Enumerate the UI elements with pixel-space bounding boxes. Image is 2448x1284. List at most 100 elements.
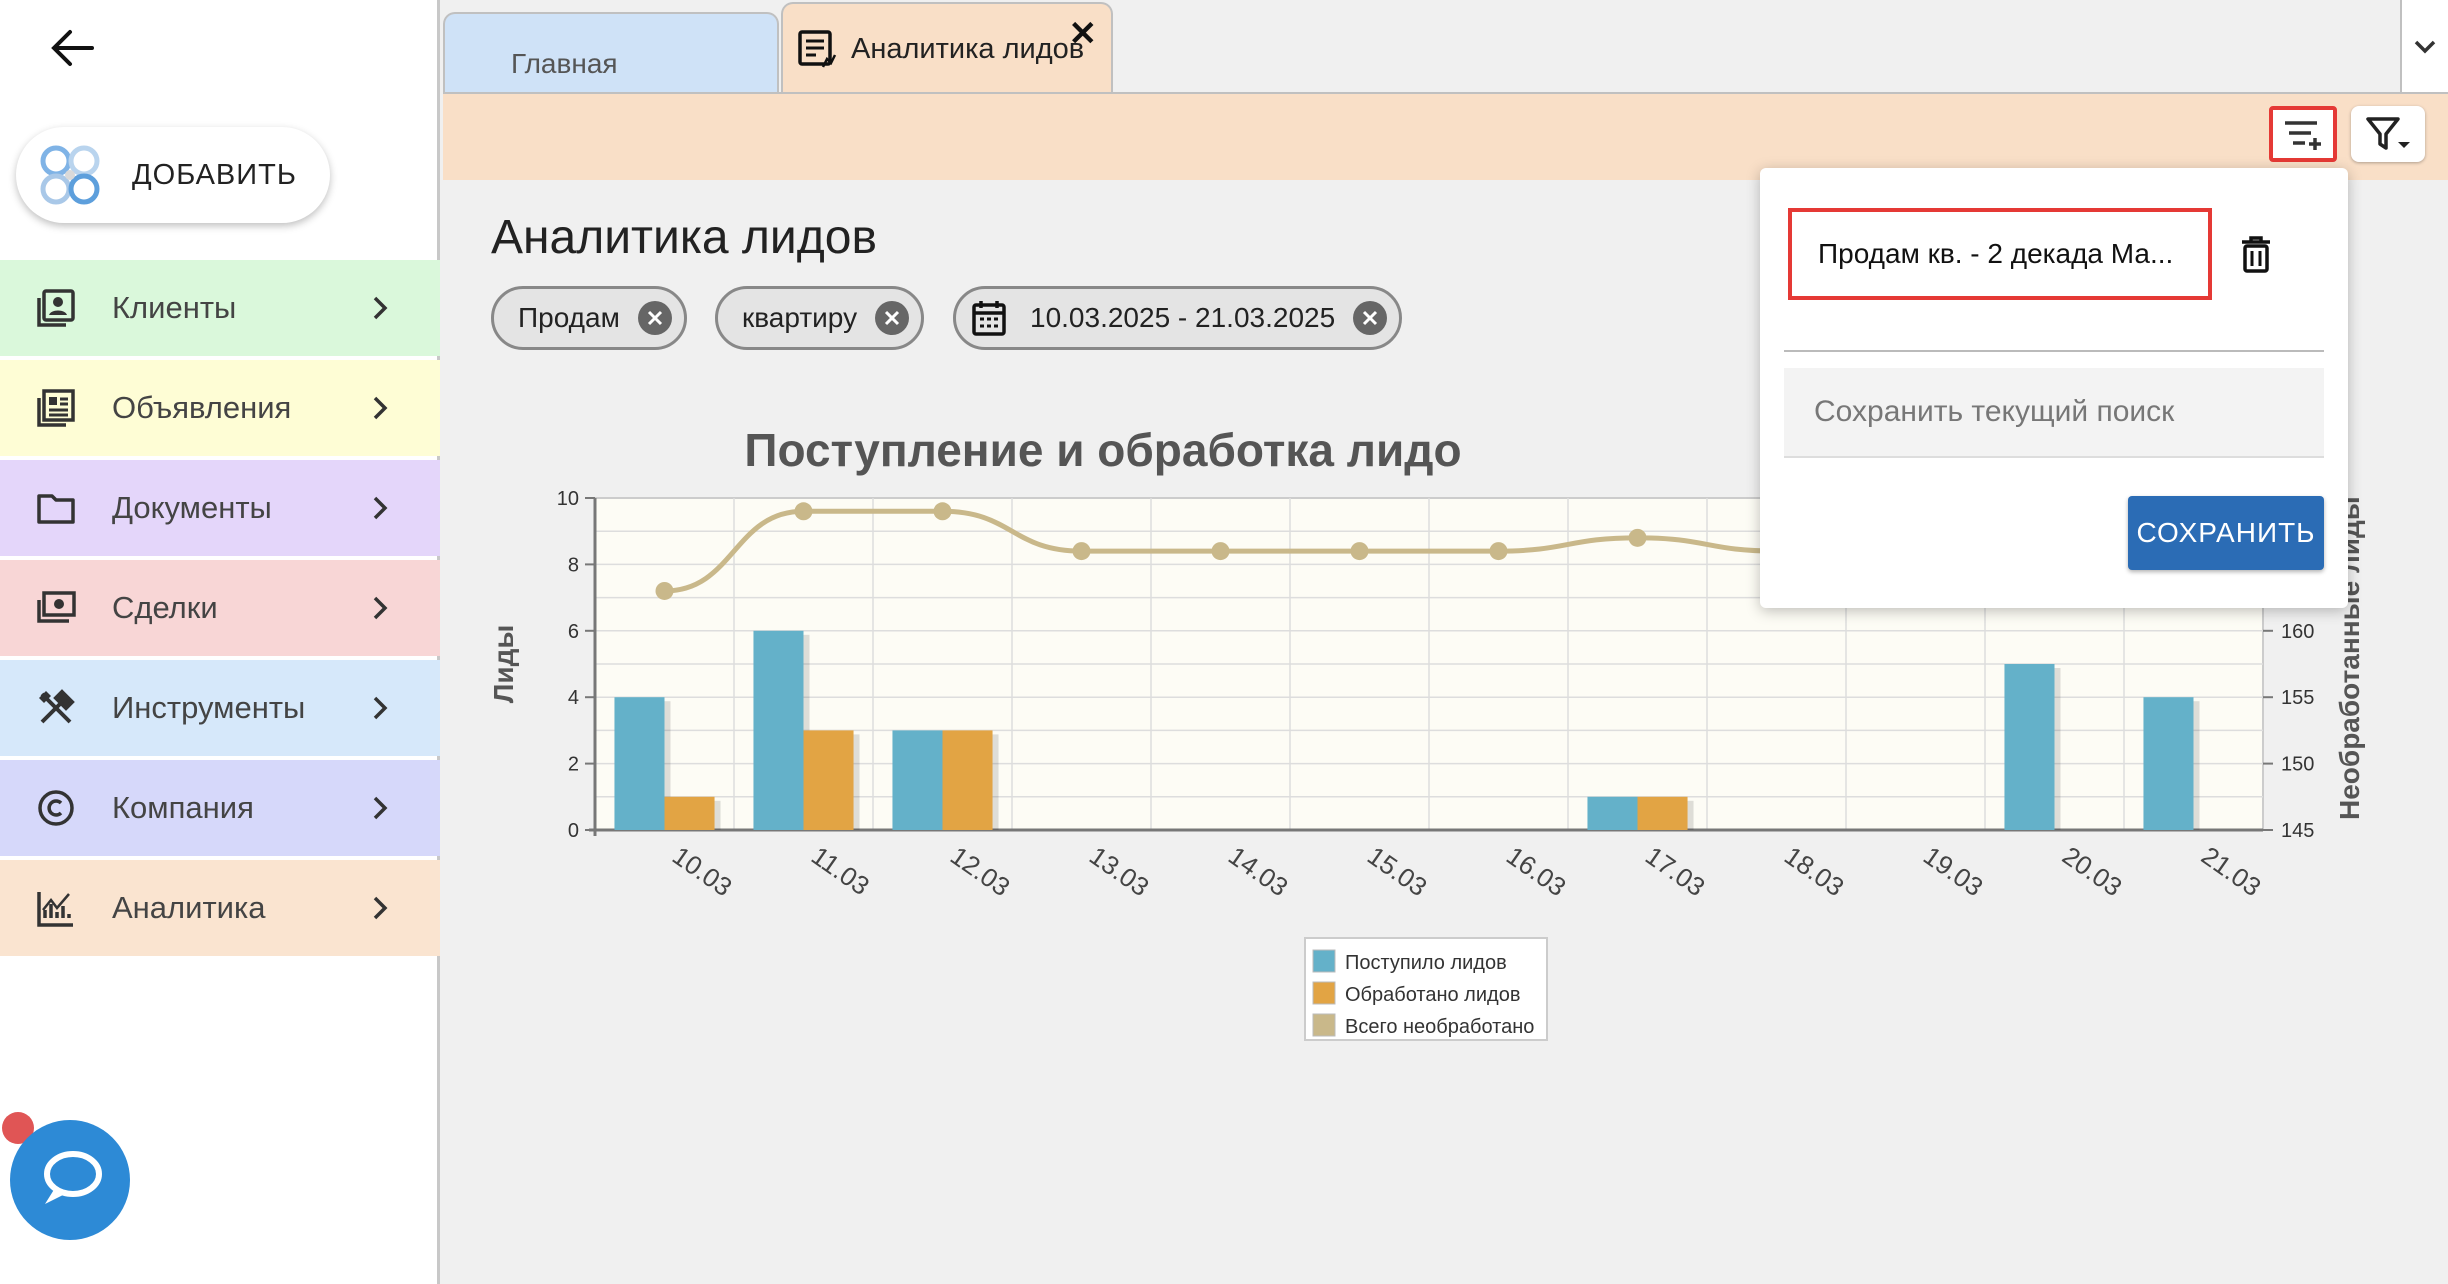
analytics-icon <box>32 884 80 932</box>
legend-label: Всего необработано <box>1345 1016 1534 1038</box>
popup-divider <box>1784 350 2324 352</box>
chevron-right-icon <box>360 895 400 921</box>
clients-icon <box>32 284 80 332</box>
sidebar: ДОБАВИТЬ Клиенты Объявления Документы Сделк… <box>0 0 440 1284</box>
add-button[interactable]: ДОБАВИТЬ <box>16 127 330 223</box>
logo-icon <box>40 145 100 205</box>
tabs-dropdown-button[interactable] <box>2400 0 2448 94</box>
chat-button[interactable] <box>10 1120 130 1240</box>
save-search-input[interactable] <box>1784 368 2324 458</box>
line-point <box>794 502 813 521</box>
sidebar-item-documents[interactable]: Документы <box>0 460 440 556</box>
tab-home[interactable]: Главная <box>443 12 779 94</box>
chip-remove-icon[interactable] <box>637 301 672 335</box>
calendar-icon <box>972 300 1006 336</box>
sidebar-item-label: Сделки <box>112 590 218 625</box>
delete-saved-search-button[interactable] <box>2228 226 2284 282</box>
x-tick-label: 18.03 <box>1779 840 1850 902</box>
sidebar-item-label: Клиенты <box>112 290 237 325</box>
sidebar-item-label: Инструменты <box>112 690 306 725</box>
x-tick-label: 21.03 <box>2196 840 2267 902</box>
toolbar <box>443 92 2448 180</box>
y2-tick-label: 145 <box>2281 820 2314 842</box>
chevron-right-icon <box>360 595 400 621</box>
saved-search-item[interactable]: Продам кв. - 2 декада Ма... <box>1788 208 2212 300</box>
filter-chip-label: Продам <box>518 302 620 333</box>
sidebar-item-listings[interactable]: Объявления <box>0 360 440 456</box>
tab-leads-analytics-label: Аналитика лидов <box>851 32 1085 65</box>
legend-label: Обработано лидов <box>1345 984 1520 1006</box>
filter-list-add-icon <box>2285 121 2321 150</box>
line-point <box>1628 528 1647 547</box>
filter-chip-label: 10.03.2025 - 21.03.2025 <box>1030 302 1336 333</box>
legend-swatch <box>1312 981 1336 1005</box>
listings-icon <box>32 384 80 432</box>
y-axis-label: Лиды <box>488 625 519 704</box>
x-tick-label: 16.03 <box>1501 840 1572 902</box>
chat-icon <box>44 1151 102 1204</box>
chevron-down-icon <box>2414 40 2436 54</box>
line-point <box>1072 542 1091 561</box>
chevron-right-icon <box>360 695 400 721</box>
folder-icon <box>32 484 80 532</box>
bar <box>614 697 665 830</box>
filter-chip: 10.03.2025 - 21.03.2025 <box>953 286 1403 350</box>
trash-icon <box>2242 236 2270 273</box>
legend-swatch <box>1312 949 1336 973</box>
arrow-left-icon <box>51 30 94 66</box>
tools-icon <box>32 684 80 732</box>
copyright-icon <box>32 784 80 832</box>
y-tick-label: 0 <box>568 820 579 842</box>
x-tick-label: 13.03 <box>1084 840 1155 902</box>
bar <box>2143 697 2194 830</box>
sidebar-item-label: Объявления <box>112 390 292 425</box>
page-title: Аналитика лидов <box>491 211 877 264</box>
bar <box>1637 796 1688 830</box>
back-button[interactable] <box>44 24 100 72</box>
bar <box>803 730 854 830</box>
saved-searches-popup: Продам кв. - 2 декада Ма... СОХРАНИТЬ <box>1760 168 2348 608</box>
x-tick-label: 15.03 <box>1362 840 1433 902</box>
saved-filters-button[interactable] <box>2269 106 2337 162</box>
bar <box>1587 796 1638 830</box>
tab-leads-analytics[interactable]: Аналитика лидов ✕ <box>781 2 1113 94</box>
sidebar-item-label: Документы <box>112 490 272 525</box>
chip-remove-icon[interactable] <box>1353 301 1388 335</box>
filter-chip-label: квартиру <box>742 302 858 333</box>
sidebar-item-company[interactable]: Компания <box>0 760 440 856</box>
chip-remove-icon[interactable] <box>875 301 910 335</box>
chart-title: Поступление и обработка лидо <box>744 424 1461 476</box>
bar <box>892 730 943 830</box>
line-point <box>655 581 674 600</box>
y-tick-label: 6 <box>568 621 579 643</box>
tab-close-icon[interactable]: ✕ <box>1069 14 1098 54</box>
bar <box>664 796 715 830</box>
sidebar-item-deals[interactable]: Сделки <box>0 560 440 656</box>
sidebar-item-tools[interactable]: Инструменты <box>0 660 440 756</box>
chevron-right-icon <box>360 795 400 821</box>
x-tick-label: 14.03 <box>1223 840 1294 902</box>
sidebar-item-label: Компания <box>112 790 254 825</box>
y-tick-label: 4 <box>568 687 579 709</box>
y-tick-label: 8 <box>568 554 579 576</box>
x-tick-label: 19.03 <box>1918 840 1989 902</box>
y-tick-label: 10 <box>557 488 579 510</box>
tab-home-label: Главная <box>511 48 618 79</box>
line-point <box>1350 542 1369 561</box>
line-point <box>933 502 952 521</box>
sidebar-item-analytics[interactable]: Аналитика <box>0 860 440 956</box>
save-button[interactable]: СОХРАНИТЬ <box>2128 496 2324 570</box>
deals-icon <box>32 584 80 632</box>
sidebar-item-clients[interactable]: Клиенты <box>0 260 440 356</box>
report-icon <box>797 27 841 71</box>
sidebar-item-label: Аналитика <box>112 890 266 925</box>
x-tick-label: 17.03 <box>1640 840 1711 902</box>
filter-button[interactable] <box>2351 106 2425 162</box>
filter-chip: квартиру <box>715 286 925 350</box>
legend-swatch <box>1312 1013 1336 1037</box>
line-point <box>1489 542 1508 561</box>
x-tick-label: 11.03 <box>806 840 875 901</box>
x-tick-label: 10.03 <box>667 840 738 902</box>
bar <box>753 630 804 830</box>
tab-bar: Главная Аналитика лидов ✕ <box>443 0 2448 94</box>
